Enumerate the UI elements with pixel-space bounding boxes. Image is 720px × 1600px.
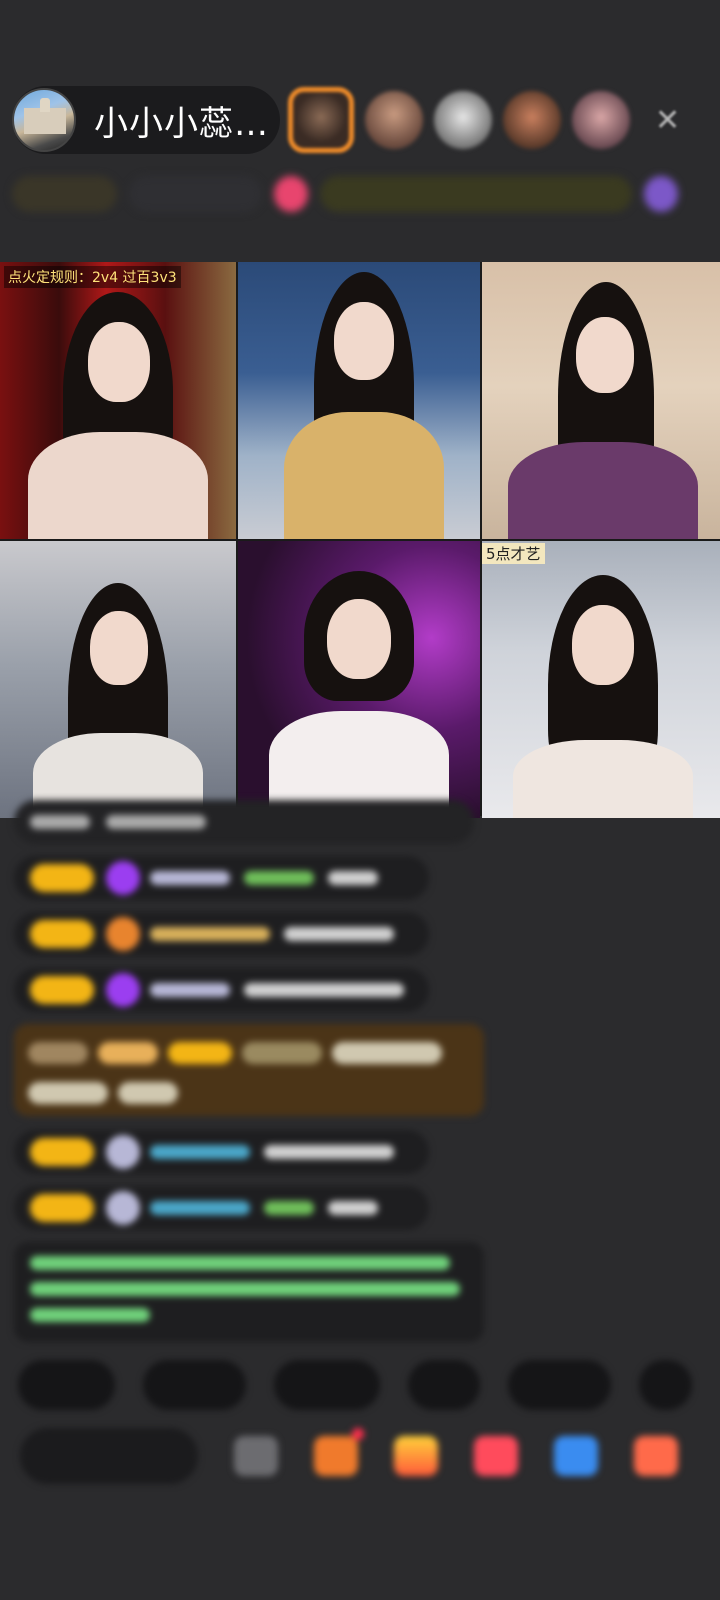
viewer-avatar[interactable] bbox=[434, 91, 492, 149]
quick-reply-chip[interactable] bbox=[407, 1360, 480, 1410]
quick-reply-chip[interactable] bbox=[18, 1360, 115, 1410]
chat-input[interactable] bbox=[20, 1428, 198, 1484]
tile-talent-label: 5点才艺 bbox=[482, 543, 545, 564]
gift-message bbox=[14, 1024, 484, 1116]
viewer-avatar[interactable] bbox=[503, 91, 561, 149]
share-icon[interactable] bbox=[554, 1436, 598, 1476]
viewer-avatar[interactable] bbox=[288, 87, 354, 153]
present-icon[interactable] bbox=[634, 1436, 678, 1476]
video-tile[interactable]: 点火定规则：2v4 过百3v3 bbox=[0, 262, 236, 539]
video-tile[interactable] bbox=[482, 262, 720, 539]
rank-badge[interactable] bbox=[12, 176, 117, 212]
shop-icon[interactable] bbox=[314, 1428, 364, 1476]
viewer-avatar[interactable] bbox=[365, 91, 423, 149]
multi-guest-video-grid: 点火定规则：2v4 过百3v3 5点才艺 bbox=[0, 262, 720, 818]
chat-feed[interactable] bbox=[14, 800, 484, 1342]
chat-message bbox=[14, 912, 429, 956]
streamer-figure bbox=[249, 551, 469, 818]
activity-banner[interactable] bbox=[320, 176, 633, 212]
host-info-pill[interactable]: 小小小蕊… bbox=[12, 86, 280, 154]
video-tile[interactable] bbox=[0, 541, 236, 818]
gift-icon[interactable] bbox=[644, 176, 678, 212]
chat-message bbox=[14, 800, 474, 844]
live-room-screen: 小小小蕊… ✕ 点火定规则：2v4 过百3v3 5点才艺 bbox=[0, 0, 720, 1600]
heart-icon[interactable] bbox=[274, 176, 309, 212]
quick-reply-chip[interactable] bbox=[507, 1360, 612, 1410]
quick-reply-chip[interactable] bbox=[274, 1360, 380, 1410]
top-bar: 小小小蕊… ✕ bbox=[12, 86, 708, 154]
quick-reply-chip[interactable] bbox=[142, 1360, 247, 1410]
host-name[interactable]: 小小小蕊… bbox=[94, 96, 269, 145]
chat-message bbox=[14, 1130, 429, 1174]
chat-message bbox=[14, 1186, 429, 1230]
video-tile[interactable]: 5点才艺 bbox=[482, 541, 720, 818]
streamer-figure bbox=[259, 272, 459, 539]
bottom-toolbar bbox=[20, 1428, 700, 1484]
streamer-figure bbox=[23, 583, 213, 818]
viewer-avatar[interactable] bbox=[572, 91, 630, 149]
system-notice bbox=[14, 1242, 484, 1342]
tile-rule-label: 点火定规则：2v4 过百3v3 bbox=[4, 266, 181, 288]
streamer-figure bbox=[18, 292, 218, 539]
more-icon[interactable] bbox=[234, 1436, 278, 1476]
quick-reply-chip[interactable] bbox=[639, 1360, 692, 1410]
host-avatar[interactable] bbox=[12, 88, 76, 152]
video-tile[interactable] bbox=[238, 262, 480, 539]
close-icon[interactable]: ✕ bbox=[655, 103, 680, 138]
video-tile[interactable] bbox=[238, 541, 480, 818]
popularity-badge[interactable] bbox=[128, 176, 263, 212]
streamer-figure bbox=[498, 575, 708, 818]
streamer-figure bbox=[498, 282, 708, 539]
chat-message bbox=[14, 968, 429, 1012]
game-icon[interactable] bbox=[474, 1436, 518, 1476]
quick-reply-chips bbox=[18, 1360, 720, 1410]
viewer-avatar-list bbox=[288, 87, 641, 153]
room-info-bar bbox=[12, 172, 690, 216]
chat-message bbox=[14, 856, 429, 900]
gift-box-icon[interactable] bbox=[394, 1436, 438, 1476]
